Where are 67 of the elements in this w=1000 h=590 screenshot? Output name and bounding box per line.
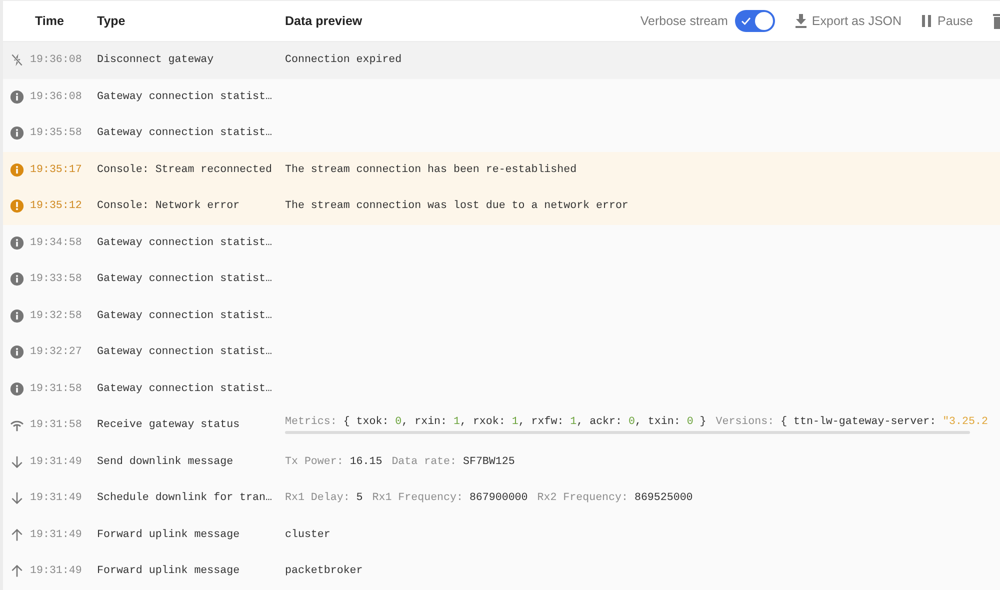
event-type: Schedule downlink for tran… <box>97 492 272 504</box>
data-preview-text: The stream connection was lost due to a network error <box>285 200 628 212</box>
event-time: 19:31:58 <box>30 419 82 432</box>
info-icon <box>10 90 24 104</box>
event-time: 19:34:58 <box>30 236 82 249</box>
event-type: Gateway connection statist… <box>97 236 272 249</box>
event-type: Send downlink message <box>97 456 234 468</box>
info-icon <box>10 308 24 323</box>
event-type: Console: Network error <box>97 200 240 212</box>
event-type: Disconnect gateway <box>97 54 214 66</box>
info-icon <box>10 162 24 177</box>
verbose-stream-toggle[interactable] <box>734 10 775 32</box>
data-preview-text: Connection expired <box>285 54 402 66</box>
pause-button[interactable]: Pause <box>922 14 973 28</box>
crossed-lightning-icon <box>10 53 24 68</box>
event-type: Gateway connection statist… <box>97 90 272 103</box>
event-time: 19:31:49 <box>30 528 82 541</box>
column-header: Type <box>97 14 126 28</box>
event-time: 19:31:58 <box>30 382 82 395</box>
event-type: Forward uplink message <box>97 565 240 578</box>
data-preview-text: The stream connection has been re-established <box>285 164 577 176</box>
info-icon <box>10 345 24 360</box>
event-time: 19:31:49 <box>30 492 82 504</box>
event-time: 19:32:27 <box>30 346 82 358</box>
event-time: 19:35:58 <box>30 127 82 140</box>
event-type: Gateway connection statist… <box>97 127 272 140</box>
event-type: Console: Stream reconnected <box>97 164 272 176</box>
signal-icon <box>10 418 24 432</box>
event-row[interactable]: 19:35:17 Console: Stream reconnected The stream connection has been re-established <box>3 152 1000 188</box>
event-row[interactable]: 19:35:12 Console: Network error The stream connection was lost due to a network error <box>3 188 1000 224</box>
trash-icon[interactable] <box>993 13 1000 29</box>
column-header: Data preview <box>285 14 362 28</box>
event-time: 19:31:49 <box>30 565 82 578</box>
arrow-up-icon <box>10 528 24 542</box>
pause-icon <box>922 15 931 27</box>
event-time: 19:35:17 <box>30 164 82 176</box>
arrow-down-icon <box>10 454 24 469</box>
event-time: 19:32:58 <box>30 310 82 322</box>
verbose-stream-label: Verbose stream <box>640 14 728 28</box>
event-time: 19:36:08 <box>30 90 82 103</box>
data-preview-text: cluster <box>285 528 330 541</box>
event-time: 19:35:12 <box>30 200 82 212</box>
event-type: Gateway connection statist… <box>97 273 272 286</box>
event-time: 19:31:49 <box>30 456 82 468</box>
info-icon <box>10 272 24 286</box>
arrow-down-icon <box>10 491 24 506</box>
download-icon <box>794 14 807 28</box>
event-type: Gateway connection statist… <box>97 382 272 395</box>
info-icon <box>10 126 24 140</box>
export-button[interactable]: Export as JSON <box>794 14 902 28</box>
data-preview-text: Metrics: { txok: 0, rxin: 1, rxok: 1, rxfw: 1, ackr: 0, txin: 0 } Versions: { ttn-lw-gateway-server: "3.25.2 <box>285 416 988 428</box>
event-type: Gateway connection statist… <box>97 310 272 322</box>
event-time: 19:33:58 <box>30 273 82 286</box>
event-type: Gateway connection statist… <box>97 346 272 358</box>
arrow-up-icon <box>10 564 24 578</box>
event-time: 19:36:08 <box>30 54 82 66</box>
info-icon <box>10 382 24 396</box>
info-icon <box>10 236 24 250</box>
event-type: Receive gateway status <box>97 419 240 432</box>
alert-icon <box>10 199 24 214</box>
column-header: Time <box>35 14 64 28</box>
data-preview-text: Rx1 Delay: 5 Rx1 Frequency: 867900000 Rx2 Frequency: 869525000 <box>285 492 693 504</box>
data-preview-text: packetbroker <box>285 565 363 578</box>
check-icon <box>740 17 751 25</box>
data-preview-text: Tx Power: 16.15 Data rate: SF7BW125 <box>285 456 515 468</box>
event-type: Forward uplink message <box>97 528 240 541</box>
event-row[interactable]: 19:36:08 Disconnect gateway Connection expired <box>3 42 1000 78</box>
